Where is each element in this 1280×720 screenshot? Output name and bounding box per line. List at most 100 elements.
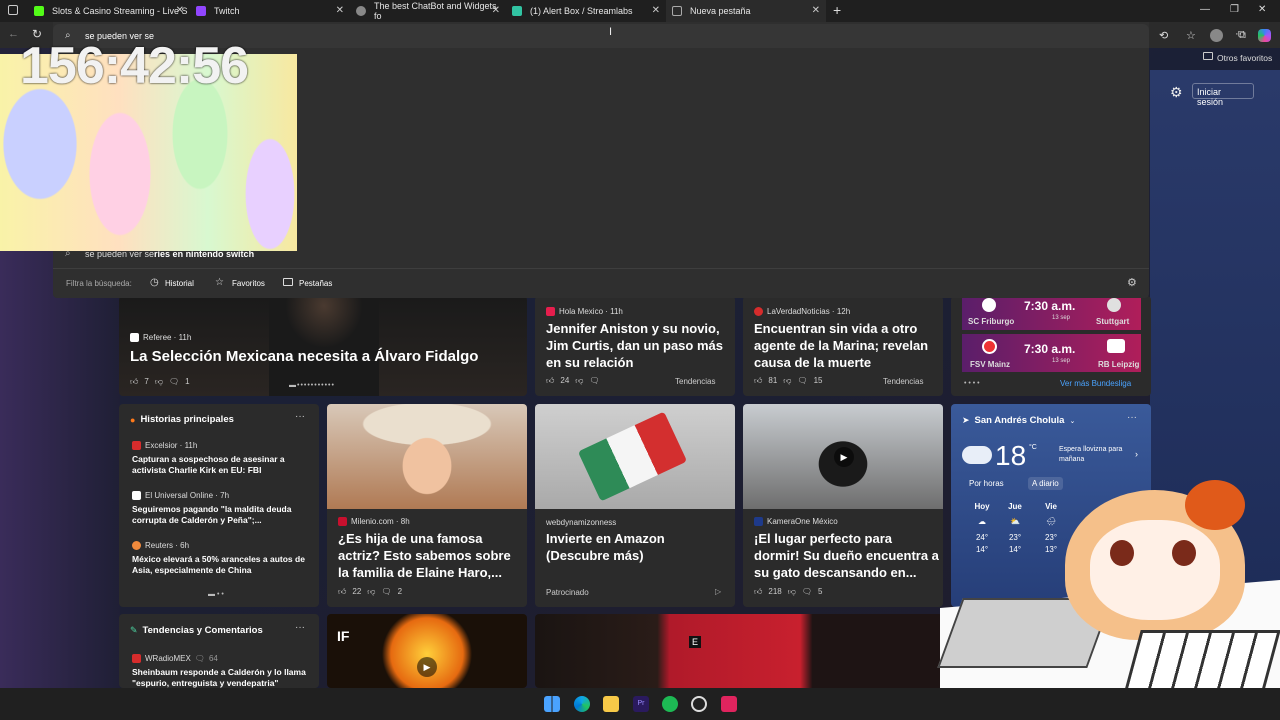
new-tab-icon[interactable]: +: [833, 2, 841, 18]
more-menu-icon[interactable]: ···: [1235, 28, 1246, 40]
comment-icon: 🗨: [194, 654, 205, 663]
team-crest-icon: [982, 298, 996, 312]
card-title[interactable]: ¿Es hija de una famosa actriz? Esto sabe…: [338, 530, 523, 581]
match-row[interactable]: FSV Mainz 7:30 a.m. 13 sep RB Leipzig: [962, 334, 1141, 372]
carousel-dots[interactable]: • • • •: [964, 380, 980, 387]
tab-chatbot[interactable]: The best ChatBot and Widgets fo ✕: [350, 0, 506, 22]
dislike-icon[interactable]: 👎︎: [575, 376, 583, 386]
more-options-icon[interactable]: ···: [1127, 412, 1137, 423]
play-icon[interactable]: ▶: [834, 447, 854, 467]
app-icon[interactable]: [721, 696, 737, 712]
profile-avatar[interactable]: [1210, 29, 1223, 42]
tab-twitch[interactable]: Twitch ✕: [190, 0, 350, 22]
tab-streamlabs[interactable]: (1) Alert Box / Streamlabs ✕: [506, 0, 666, 22]
comment-icon[interactable]: 🗨: [169, 377, 179, 387]
spotify-icon[interactable]: [662, 696, 678, 712]
weather-location[interactable]: San Andrés Cholula: [975, 415, 1065, 426]
dislike-icon[interactable]: 👎︎: [367, 587, 375, 597]
premiere-icon[interactable]: Pr: [633, 696, 649, 712]
story-item[interactable]: Reuters · 6h México elevará a 50% arance…: [132, 541, 312, 576]
story-item[interactable]: Excelsior · 11h Capturan a sospechoso de…: [132, 441, 312, 476]
window-close-icon[interactable]: ✕: [1258, 4, 1266, 15]
close-icon[interactable]: ✕: [492, 5, 500, 16]
close-icon[interactable]: ✕: [812, 5, 820, 16]
more-bundesliga-link[interactable]: Ver más Bundesliga: [1060, 379, 1131, 388]
tab-kick[interactable]: Slots & Casino Streaming - Live S ✕: [28, 0, 190, 22]
away-team: Stuttgart: [1096, 317, 1130, 326]
chevron-down-icon[interactable]: ⌄: [1069, 417, 1075, 425]
article-image: [327, 404, 527, 509]
sponsored-card[interactable]: webdynamizonness Invierte en Amazon (Des…: [535, 404, 735, 607]
filter-favorites[interactable]: Favoritos: [232, 279, 265, 288]
close-icon[interactable]: ✕: [336, 5, 344, 16]
dislike-icon[interactable]: 👎︎: [783, 376, 791, 386]
hero-title[interactable]: La Selección Mexicana necesita a Álvaro …: [130, 348, 478, 365]
chevron-right-icon[interactable]: ›: [1135, 449, 1138, 459]
carousel-dots[interactable]: ▬ • •: [208, 591, 224, 598]
minimize-icon[interactable]: —: [1200, 4, 1210, 15]
video-card[interactable]: IF ▶: [327, 614, 527, 688]
card-title[interactable]: Jennifer Aniston y su novio, Jim Curtis,…: [546, 320, 728, 371]
comment-icon[interactable]: 🗨: [589, 376, 599, 386]
like-icon[interactable]: 👍︎: [754, 376, 762, 386]
restore-icon[interactable]: ❐: [1230, 4, 1239, 15]
news-card[interactable]: Hola Mexico · 11h Jennifer Aniston y su …: [535, 296, 735, 396]
news-card[interactable]: E: [535, 614, 943, 688]
like-icon[interactable]: 👍︎: [546, 376, 554, 386]
comment-icon[interactable]: 🗨: [797, 376, 807, 386]
windows-start-icon[interactable]: [544, 696, 560, 712]
sports-card[interactable]: SC Friburgo 7:30 a.m. 13 sep Stuttgart F…: [951, 296, 1151, 396]
tab-new[interactable]: Nueva pestaña ✕: [666, 0, 826, 22]
news-card[interactable]: ▶ KameraOne México ¡El lugar perfecto pa…: [743, 404, 943, 607]
carousel-dots[interactable]: ▬•••••••••••: [289, 382, 335, 389]
team-crest-icon: [1107, 298, 1121, 312]
card-source: Hola Mexico · 11h: [559, 307, 623, 316]
tab-actions-icon[interactable]: [8, 5, 18, 15]
referee-icon: [130, 333, 139, 342]
bookmark-folder-icon[interactable]: [1203, 52, 1213, 60]
like-icon[interactable]: 👍︎: [338, 587, 346, 597]
other-favorites-link[interactable]: Otros favoritos: [1217, 53, 1272, 63]
top-stories-heading: Historias principales: [140, 414, 234, 425]
close-icon[interactable]: ✕: [652, 5, 660, 16]
card-title[interactable]: Encuentran sin vida a otro agente de la …: [754, 320, 936, 371]
signin-button[interactable]: Iniciar sesión: [1192, 83, 1254, 107]
card-title[interactable]: Invierte en Amazon (Descubre más): [546, 530, 726, 564]
dislike-icon[interactable]: 👎︎: [155, 377, 163, 387]
team-crest-icon: [982, 339, 997, 354]
settings-icon[interactable]: ⚙: [1170, 84, 1183, 101]
location-icon: ➤: [962, 415, 970, 425]
hero-card[interactable]: Referee · 11h La Selección Mexicana nece…: [119, 296, 527, 396]
ad-choices-icon[interactable]: ▷: [715, 587, 721, 596]
obs-icon[interactable]: [691, 696, 707, 712]
more-options-icon[interactable]: ···: [295, 622, 305, 633]
story-item[interactable]: El Universal Online · 7h Seguiremos paga…: [132, 491, 312, 526]
anime-character-overlay: [937, 480, 1280, 720]
trending-headline[interactable]: Sheinbaum responde a Calderón y lo llama…: [132, 667, 312, 688]
hero-image: [269, 296, 379, 396]
back-icon[interactable]: ←: [8, 28, 19, 40]
card-title[interactable]: ¡El lugar perfecto para dormir! Su dueño…: [754, 530, 939, 581]
filter-tabs[interactable]: Pestañas: [299, 279, 332, 288]
news-card[interactable]: LaVerdadNoticias · 12h Encuentran sin vi…: [743, 296, 943, 396]
comment-icon[interactable]: 🗨: [381, 587, 391, 597]
like-icon[interactable]: 👍︎: [754, 587, 762, 597]
edge-icon[interactable]: [574, 696, 590, 712]
favorites-star-icon[interactable]: ☆: [1186, 29, 1196, 42]
match-row[interactable]: SC Friburgo 7:30 a.m. 13 sep Stuttgart: [962, 296, 1141, 330]
like-icon[interactable]: 👍︎: [130, 377, 138, 387]
close-icon[interactable]: ✕: [176, 5, 184, 16]
like-count: 7: [144, 377, 149, 386]
dislike-icon[interactable]: 👎︎: [788, 587, 796, 597]
new-tab-page-icon: [672, 6, 682, 16]
file-explorer-icon[interactable]: [603, 696, 619, 712]
sponsored-label: Patrocinado: [546, 588, 589, 597]
settings-icon[interactable]: ⚙: [1127, 276, 1137, 289]
filter-history[interactable]: Historial: [165, 279, 194, 288]
extensions-icon[interactable]: ⟲: [1159, 29, 1168, 42]
more-options-icon[interactable]: ···: [295, 411, 305, 422]
comment-icon[interactable]: 🗨: [802, 587, 812, 597]
play-icon[interactable]: ▶: [417, 657, 437, 677]
news-card[interactable]: Milenio.com · 8h ¿Es hija de una famosa …: [327, 404, 527, 607]
copilot-icon[interactable]: [1258, 29, 1271, 42]
